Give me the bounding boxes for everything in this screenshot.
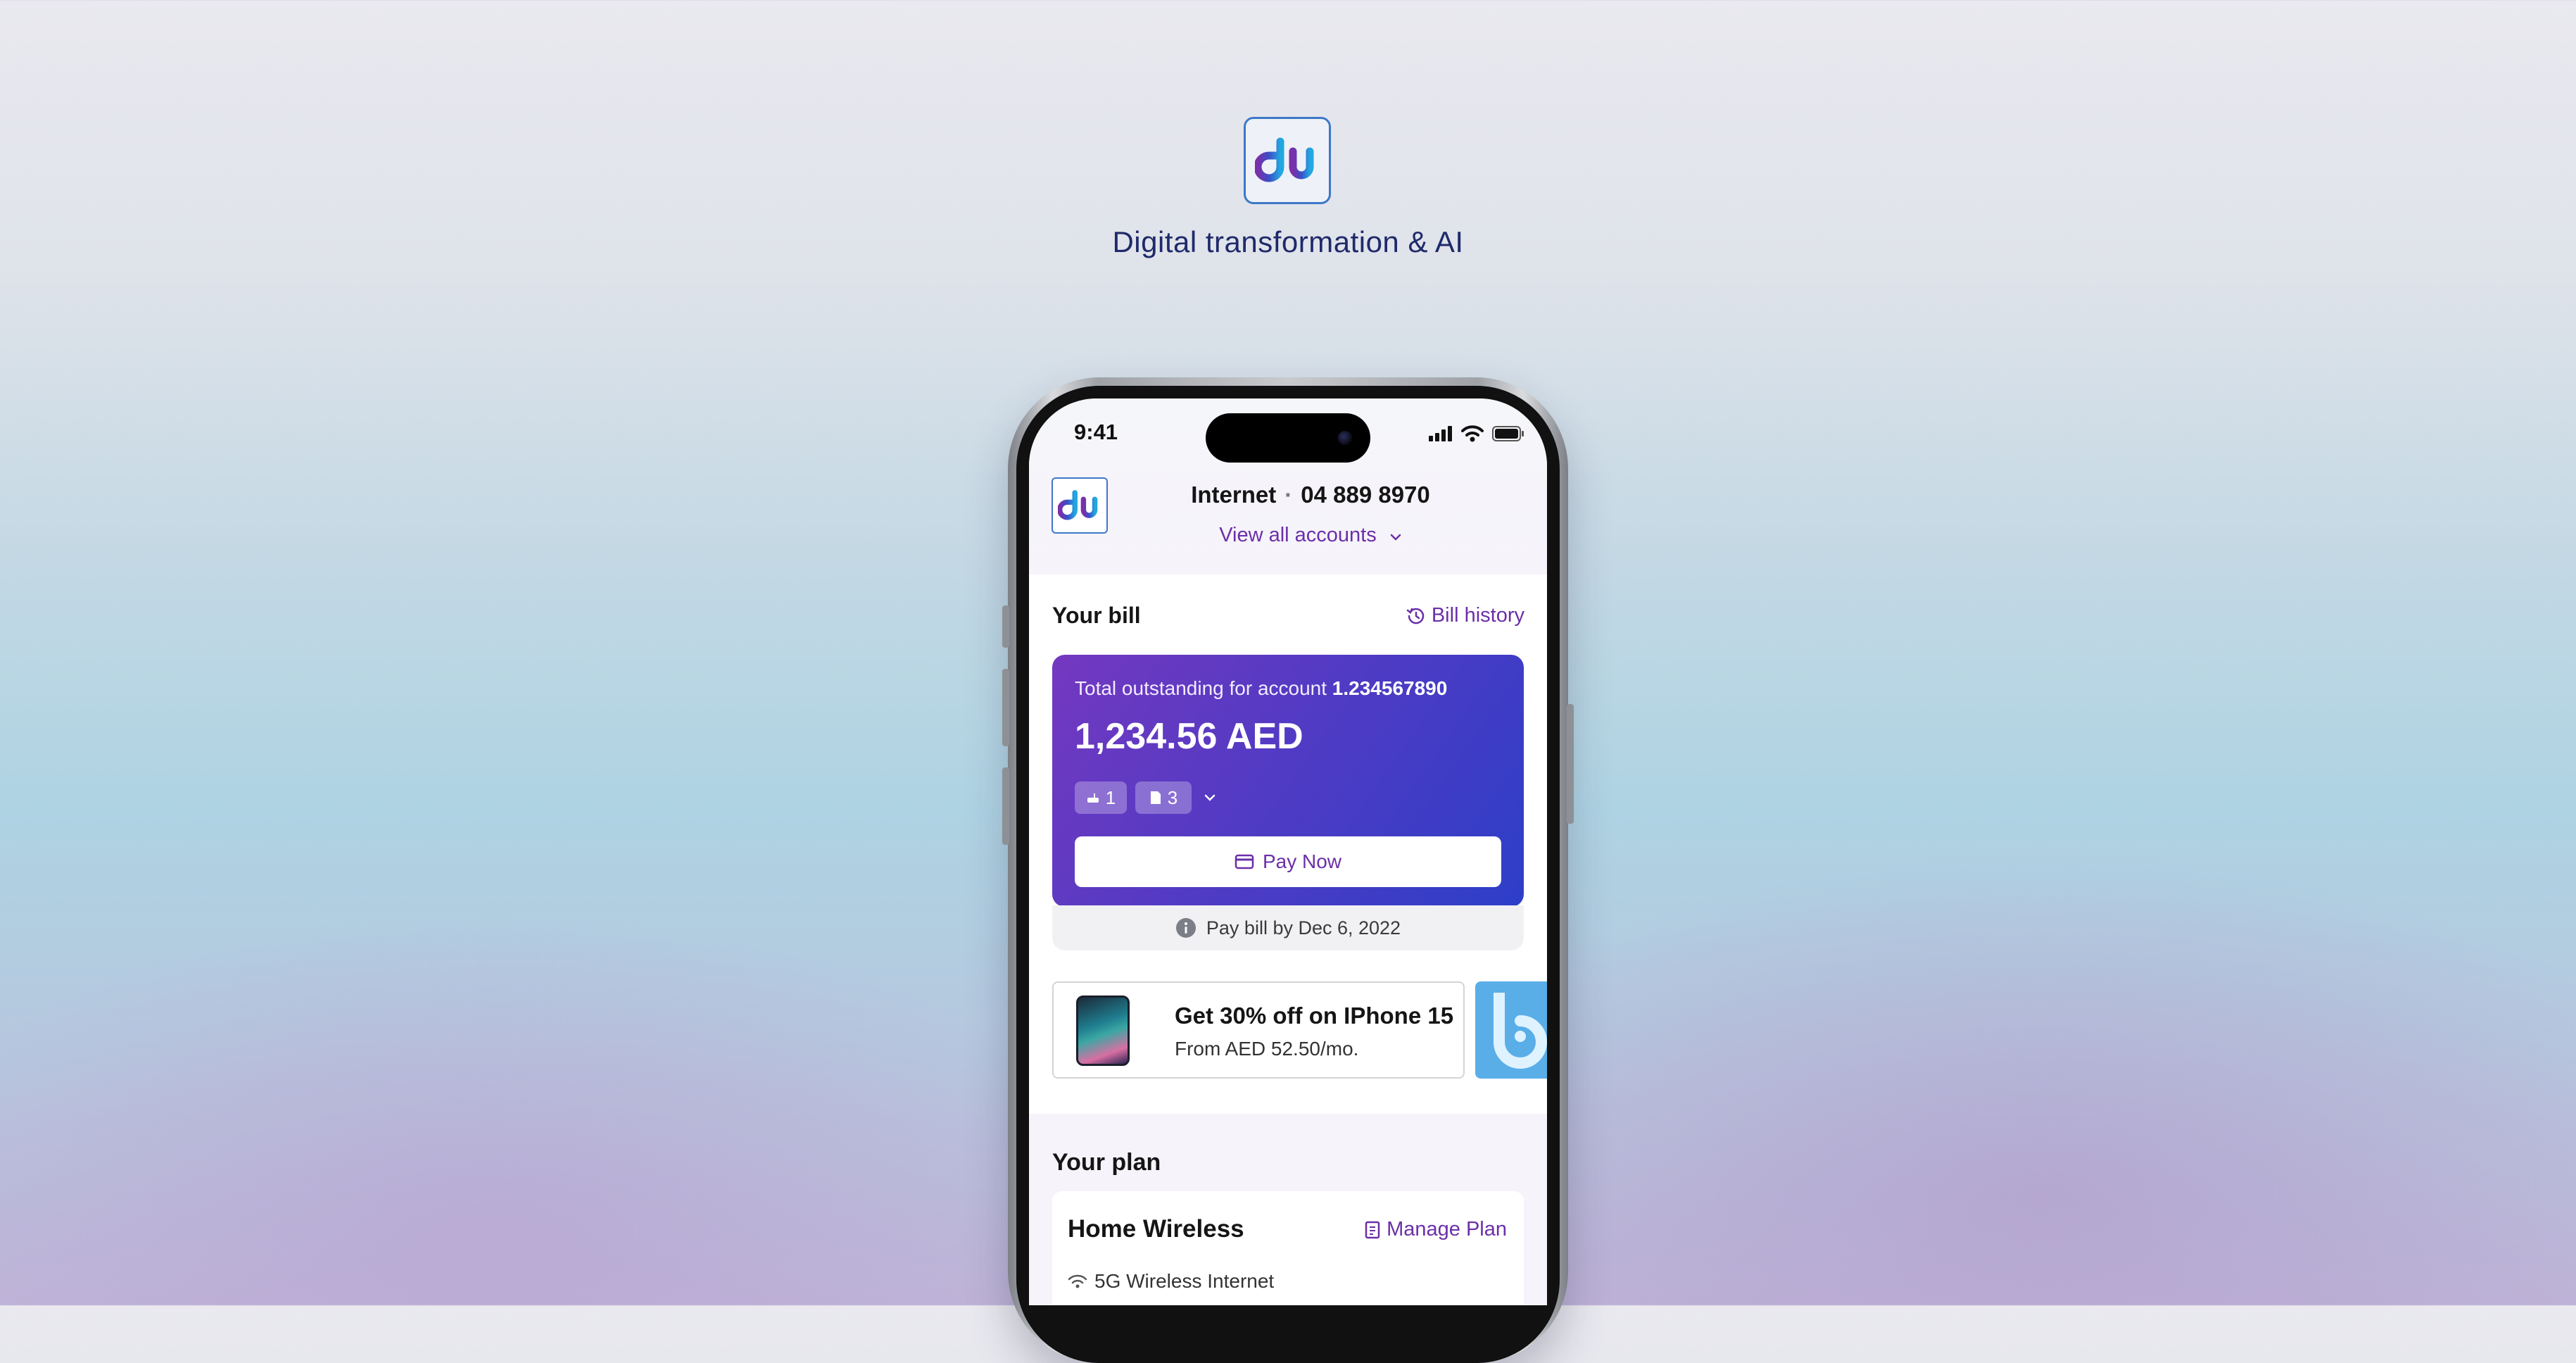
plan-card: Home Wireless Manage Plan 5G Wireless In…	[1052, 1191, 1524, 1305]
sim-icon	[1150, 791, 1161, 804]
camera-icon	[1338, 431, 1352, 445]
bill-history-link[interactable]: Bill history	[1406, 604, 1524, 627]
promo-card-next[interactable]	[1475, 981, 1547, 1079]
sim-count-chip: 3	[1135, 781, 1192, 814]
bot-logo-icon	[1494, 993, 1547, 1069]
credit-card-icon	[1235, 854, 1254, 869]
bill-summary: Total outstanding for account 1.23456789…	[1052, 655, 1524, 907]
router-icon	[1087, 793, 1099, 803]
pay-now-label: Pay Now	[1262, 850, 1342, 872]
promo-title: Get 30% off on IPhone 15	[1175, 1003, 1454, 1029]
manage-plan-link[interactable]: Manage Plan	[1364, 1218, 1507, 1241]
due-date-text: Pay bill by Dec 6, 2022	[1206, 917, 1401, 938]
view-all-label: View all accounts	[1219, 524, 1377, 546]
account-title: Internet · 04 889 8970	[1191, 482, 1430, 508]
document-icon	[1365, 1221, 1380, 1238]
chevron-down-icon[interactable]	[1203, 793, 1217, 803]
pay-now-button[interactable]: Pay Now	[1075, 836, 1501, 887]
signal-icon	[1429, 426, 1452, 441]
bill-amount: 1,234.56 AED	[1075, 716, 1303, 757]
wifi-icon	[1461, 425, 1484, 442]
promo-card-iphone[interactable]: Get 30% off on IPhone 15 From AED 52.50/…	[1052, 981, 1465, 1079]
router-count-chip: 1	[1075, 781, 1127, 814]
volume-down-button	[1002, 767, 1009, 845]
service-type: Internet	[1191, 482, 1277, 508]
iphone-image	[1076, 995, 1130, 1066]
wifi-icon	[1068, 1274, 1087, 1288]
your-bill-title: Your bill	[1052, 603, 1141, 628]
info-icon	[1175, 918, 1196, 938]
brand-tagline: Digital transformation & AI	[1112, 225, 1464, 258]
du-logo-icon	[1058, 490, 1098, 520]
promo-subtitle: From AED 52.50/mo.	[1175, 1038, 1359, 1060]
plan-feature-label: 5G Wireless Internet	[1094, 1270, 1275, 1292]
status-icons	[1429, 425, 1524, 442]
due-date-notice: Pay bill by Dec 6, 2022	[1052, 905, 1524, 950]
view-all-accounts-link[interactable]: View all accounts	[1135, 524, 1486, 547]
bill-account-number: 1.234567890	[1332, 677, 1448, 699]
plan-name: Home Wireless	[1068, 1215, 1244, 1243]
bill-card: Total outstanding for account 1.23456789…	[1052, 655, 1524, 908]
phone-screen: 9:41 Internet · 04 889 8970 View all accou…	[1029, 398, 1547, 1305]
power-button	[1567, 704, 1574, 824]
bill-history-label: Bill history	[1431, 604, 1524, 627]
app-logo[interactable]	[1052, 477, 1108, 534]
your-plan-title: Your plan	[1052, 1149, 1161, 1176]
action-button	[1002, 605, 1009, 648]
history-icon	[1406, 608, 1425, 624]
outstanding-label: Total outstanding for account 1.23456789…	[1075, 677, 1448, 699]
du-brand-logo	[1244, 117, 1331, 204]
manage-plan-label: Manage Plan	[1387, 1218, 1507, 1240]
dynamic-island	[1206, 413, 1370, 463]
chevron-down-icon	[1390, 534, 1401, 541]
volume-up-button	[1002, 669, 1009, 746]
account-number: 04 889 8970	[1301, 482, 1430, 508]
du-logo-icon	[1255, 137, 1314, 182]
status-time: 9:41	[1074, 420, 1118, 444]
plan-feature: 5G Wireless Internet	[1068, 1270, 1274, 1293]
battery-icon	[1492, 426, 1524, 441]
